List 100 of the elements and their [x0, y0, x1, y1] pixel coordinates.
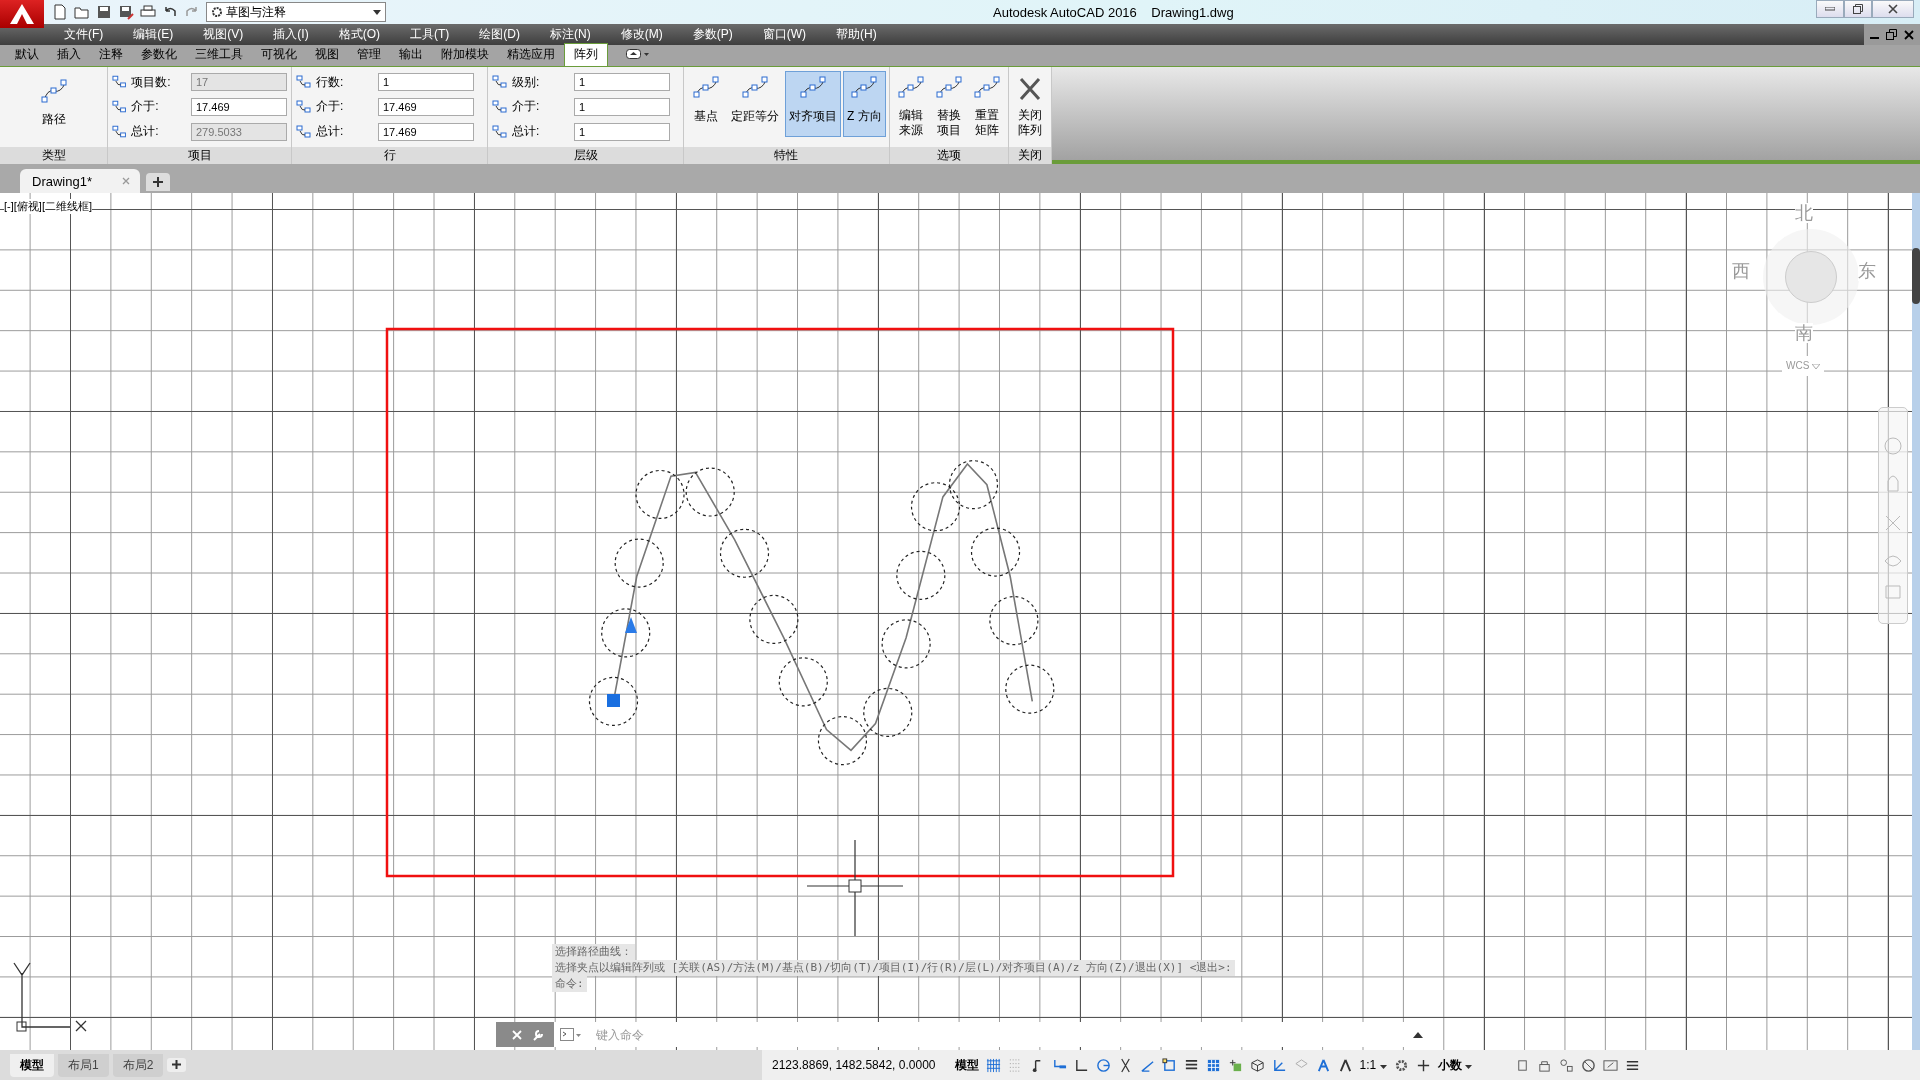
workspace-dropdown[interactable]: 草图与注释 [206, 2, 386, 22]
polar-icon[interactable] [1095, 1057, 1111, 1073]
ribbon-tab[interactable]: 可视化 [252, 44, 306, 66]
panel-title: 类型 [0, 147, 107, 164]
annotation-icon[interactable] [1315, 1057, 1331, 1073]
menu-item[interactable]: 绘图(D) [469, 26, 530, 43]
ribbon-tab[interactable]: 三维工具 [186, 44, 252, 66]
grip-square-icon[interactable] [607, 694, 620, 707]
close-button[interactable] [1872, 0, 1914, 18]
new-tab-button[interactable] [146, 173, 170, 191]
value-field[interactable]: 1 [574, 98, 670, 116]
grip-arrow-icon[interactable] [625, 617, 637, 633]
panel-title: 关闭 [1008, 147, 1051, 164]
array-circle [970, 527, 1021, 577]
plus-icon[interactable] [1415, 1057, 1431, 1073]
close-array-button[interactable]: 关闭阵列 [1011, 71, 1048, 141]
array-circle [896, 550, 946, 600]
array-circle [989, 596, 1039, 646]
menu-item[interactable]: 工具(T) [400, 26, 460, 43]
menu-item[interactable]: 修改(M) [610, 26, 673, 43]
property-button[interactable]: 定距等分 [727, 71, 783, 137]
menu-item[interactable]: 编辑(E) [123, 26, 184, 43]
fullscreen-icon[interactable] [1602, 1057, 1618, 1073]
property-button[interactable]: Z 方向 [843, 71, 886, 137]
viewport-label[interactable]: [-][俯视][二维线框] [4, 199, 92, 214]
value-field[interactable]: 17.469 [378, 98, 474, 116]
gear-icon[interactable] [1393, 1057, 1409, 1073]
layout-tab[interactable]: 模型 [10, 1053, 54, 1077]
array-circle [749, 594, 799, 644]
application-menu-button[interactable] [0, 0, 44, 28]
ribbon-tab[interactable]: 管理 [348, 44, 390, 66]
ribbon-tab[interactable]: 默认 [6, 44, 48, 66]
print-icon[interactable] [140, 4, 156, 20]
model-space-button[interactable]: 模型 [954, 1056, 979, 1074]
open-folder-icon[interactable] [74, 4, 90, 20]
ribbon-tab[interactable]: 视图 [306, 44, 348, 66]
ribbon-tab[interactable]: 插入 [48, 44, 90, 66]
menu-item[interactable]: 格式(O) [328, 26, 390, 43]
save-icon[interactable] [96, 4, 112, 20]
ribbon-tab[interactable]: 注释 [90, 44, 132, 66]
caret-icon [1379, 1065, 1387, 1069]
window-title: Autodesk AutoCAD 2016 Drawing1.dwg [993, 4, 1234, 20]
ribbon-tab[interactable]: 附加模块 [432, 44, 498, 66]
option-button[interactable]: 重置矩阵 [968, 71, 1005, 141]
value-field[interactable]: 1 [574, 122, 670, 141]
path-array-button[interactable]: 路径 [34, 74, 73, 140]
menu-item[interactable]: 插入(I) [263, 26, 319, 43]
menu-item[interactable]: 视图(V) [193, 26, 254, 43]
ribbon-options-button[interactable] [626, 48, 650, 62]
add-layout-button[interactable] [167, 1058, 187, 1072]
ribbon-tab[interactable]: 阵列 [564, 43, 608, 66]
ribbon-tab[interactable]: 输出 [390, 44, 432, 66]
menu-item[interactable]: 参数(P) [682, 26, 743, 43]
menu-item[interactable]: 帮助(H) [826, 26, 887, 43]
menu-item[interactable]: 窗口(W) [752, 26, 816, 43]
workspace-name: 草图与注释 [226, 3, 287, 21]
array-circle [1005, 664, 1055, 714]
close-icon[interactable] [1904, 29, 1914, 40]
option-button[interactable]: 编辑来源 [892, 71, 929, 141]
selection-cycling-icon[interactable] [1227, 1057, 1243, 1073]
layout-tab[interactable]: 布局1 [58, 1053, 109, 1077]
plus-icon [172, 1060, 182, 1069]
property-button[interactable]: 基点 [687, 71, 725, 137]
menu-item[interactable]: 标注(N) [540, 26, 601, 43]
value-field[interactable]: 1 [574, 73, 670, 92]
close-icon [1888, 4, 1898, 14]
array-spacing-icon [492, 99, 508, 115]
menu-item[interactable]: 文件(F) [54, 26, 114, 43]
new-file-icon[interactable] [52, 4, 68, 20]
property-button[interactable]: 对齐项目 [785, 71, 841, 137]
array-circle [685, 467, 735, 517]
panel-title: 项目 [108, 147, 291, 164]
field-label: 项目数: [131, 73, 172, 91]
restore-button[interactable] [1844, 0, 1872, 18]
units-dropdown[interactable]: 小数 [1437, 1056, 1508, 1074]
ribbon-tab[interactable]: 参数化 [132, 44, 186, 66]
grid-icon[interactable] [985, 1057, 1001, 1073]
value-field[interactable]: 1 [378, 73, 474, 92]
ribbon-tab[interactable]: 精选应用 [498, 44, 564, 66]
array-circle [719, 528, 770, 578]
restore-icon[interactable] [1886, 28, 1898, 41]
file-tab[interactable]: Drawing1* [20, 169, 140, 193]
layout-tab[interactable]: 布局2 [112, 1053, 164, 1077]
value-field[interactable]: 17.469 [191, 98, 287, 116]
option-button[interactable]: 替换项目 [930, 71, 967, 141]
array-spacing-icon [296, 74, 312, 91]
array-spacing-icon [296, 123, 312, 140]
array-circle [588, 676, 639, 726]
save-as-icon[interactable] [118, 4, 134, 20]
dynamic-ucs-icon[interactable] [1271, 1057, 1287, 1073]
annotation-scale-dropdown[interactable]: 1:1 [1359, 1058, 1387, 1072]
object-snap-icon[interactable] [1161, 1057, 1177, 1073]
cube-icon[interactable] [1249, 1057, 1265, 1073]
transparency-icon[interactable] [1205, 1057, 1221, 1073]
array-circle [778, 657, 828, 707]
wrench-icon[interactable] [532, 1028, 544, 1041]
plus-icon [153, 177, 163, 187]
scroll-bar[interactable] [1912, 193, 1920, 1050]
array-circle [817, 716, 868, 766]
value-field[interactable]: 17.469 [378, 122, 474, 141]
